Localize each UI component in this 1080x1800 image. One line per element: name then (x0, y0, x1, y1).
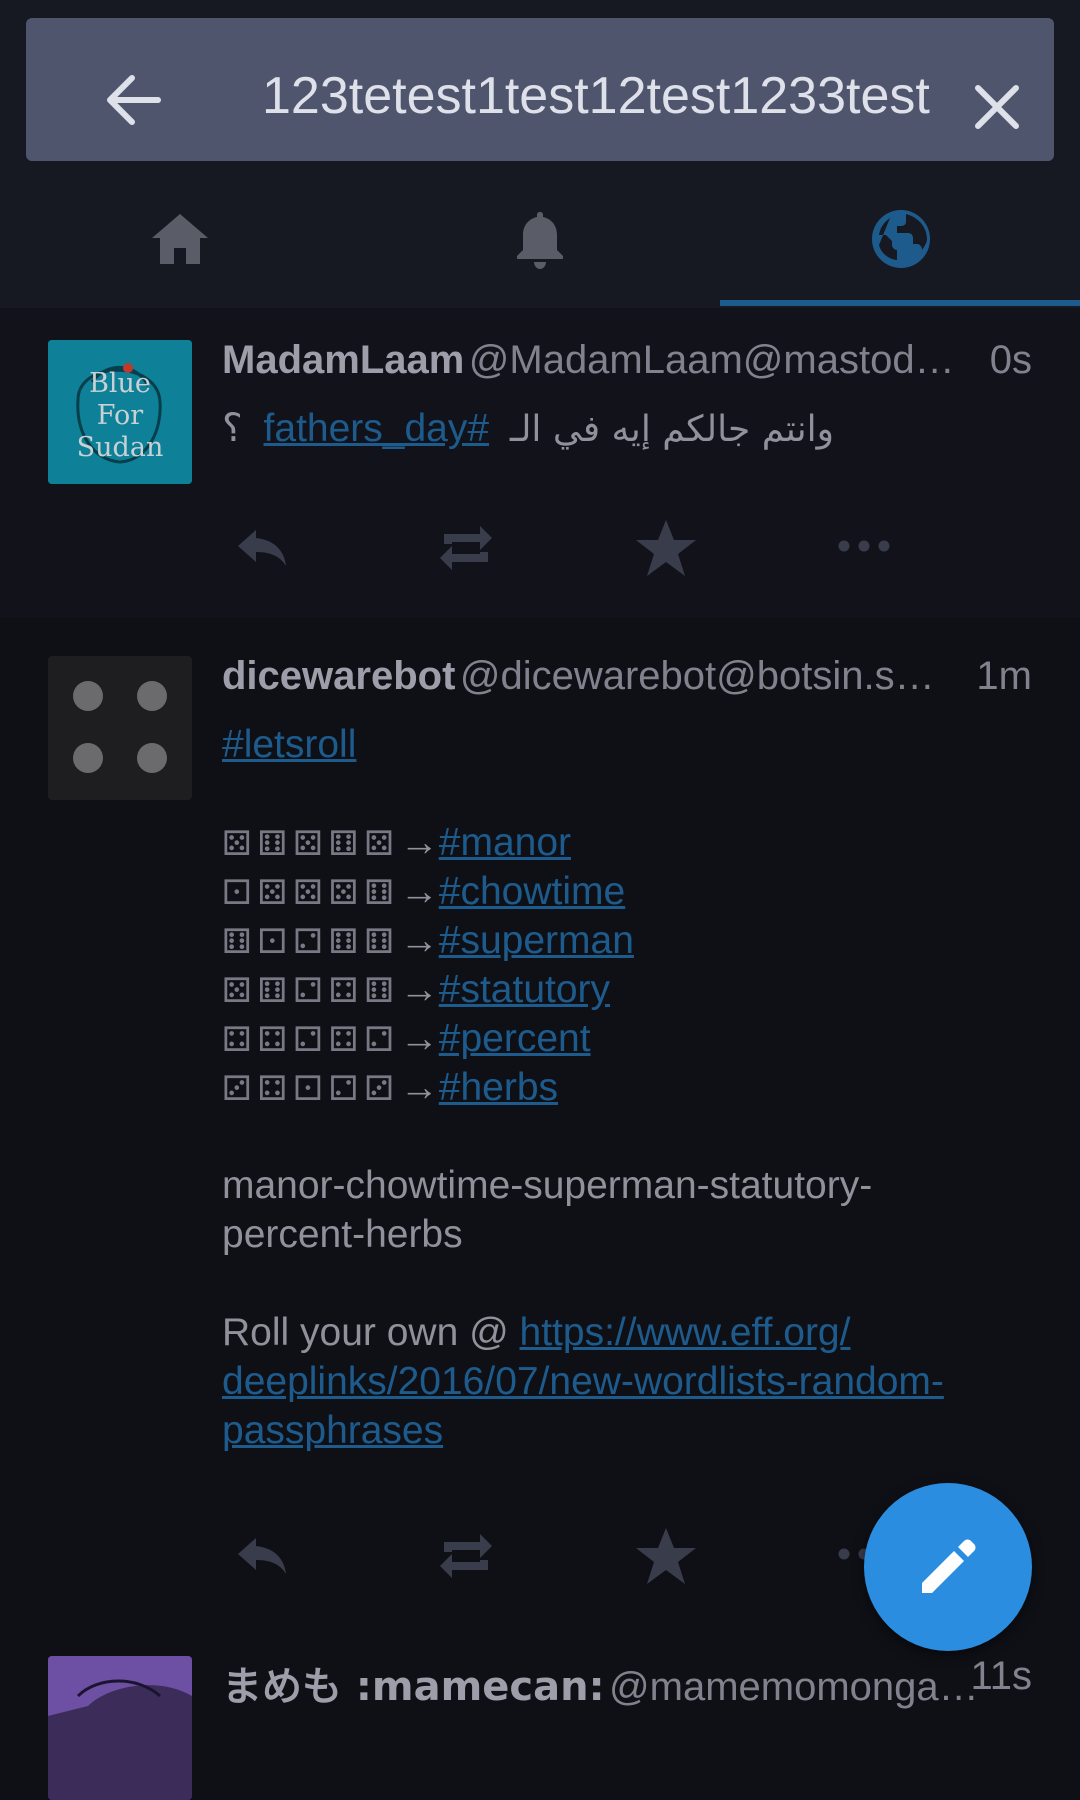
display-name[interactable]: dicewarebot (222, 654, 455, 698)
hashtag-link[interactable]: #statutory (439, 968, 610, 1011)
arrow-glyph: → (399, 870, 439, 913)
status-header: dicewarebot @dicewarebot@botsin.s… 1m (222, 654, 1032, 710)
timestamp: 1m (976, 654, 1032, 698)
passphrase-text: percent-herbs (222, 1213, 463, 1256)
reply-icon (238, 530, 286, 566)
arrow-glyph: → (399, 821, 439, 864)
dice-roll-line: ⚂⚃⚀⚁⚂→#herbs (222, 1063, 1032, 1112)
reply-button[interactable] (222, 1512, 302, 1592)
status-actions (222, 504, 942, 584)
back-arrow-icon[interactable] (104, 74, 162, 126)
app-bar (0, 0, 1080, 308)
avatar-text: For (97, 400, 144, 431)
hashtag-link[interactable]: #letsroll (222, 723, 356, 766)
avatar[interactable]: Blue For Sudan (48, 340, 192, 484)
avatar-text: Sudan (77, 432, 164, 463)
hashtag-link[interactable]: #superman (439, 919, 634, 962)
dice-glyphs: ⚄⚅⚁⚃⚅ (222, 971, 400, 1011)
reply-button[interactable] (222, 504, 302, 584)
eff-link[interactable]: passphrases (222, 1409, 443, 1452)
bell-icon (517, 212, 563, 269)
dice-glyphs: ⚅⚀⚁⚅⚅ (222, 922, 400, 962)
dice-roll-line: ⚃⚃⚁⚃⚁→#percent (222, 1014, 1032, 1063)
dice-glyphs: ⚃⚃⚁⚃⚁ (222, 1020, 400, 1060)
dice-roll-line: ⚄⚅⚁⚃⚅→#statutory (222, 965, 1032, 1014)
tab-home[interactable] (0, 178, 360, 306)
arrow-glyph: → (399, 1017, 439, 1060)
dice-roll-line: ⚄⚅⚄⚅⚄→#manor (222, 818, 1032, 867)
status-card[interactable]: Blue For Sudan MadamLaam @MadamLaam@mast… (0, 308, 1080, 618)
dice-roll-line: ⚀⚄⚄⚄⚅→#chowtime (222, 867, 1032, 916)
search-bar (26, 18, 1054, 161)
active-tab-indicator (720, 300, 1080, 306)
more-button[interactable] (822, 504, 902, 584)
timestamp: 0s (989, 338, 1032, 382)
content-punctuation: ؟ (222, 407, 243, 450)
account-handle: @mamemomonga… (609, 1665, 979, 1709)
status-header: MadamLaam @MadamLaam@mastod… 0s (222, 338, 1032, 394)
pencil-icon (922, 1539, 976, 1593)
globe-icon (872, 210, 930, 268)
tab-notifications[interactable] (360, 178, 720, 306)
star-icon (636, 1528, 696, 1584)
content-text: وانتم جالكم إيه في الـ (509, 409, 834, 450)
avatar[interactable] (48, 656, 192, 800)
compose-button[interactable] (864, 1483, 1032, 1651)
timeline-tabs (0, 178, 1080, 306)
favourite-button[interactable] (622, 504, 702, 584)
avatar-text: Blue (89, 368, 151, 399)
tab-federated[interactable] (720, 178, 1080, 306)
dice-glyphs: ⚂⚃⚀⚁⚂ (222, 1069, 400, 1109)
dice-glyphs: ⚄⚅⚄⚅⚄ (222, 824, 400, 864)
avatar[interactable] (48, 1656, 192, 1800)
hashtag-link[interactable]: #chowtime (439, 870, 625, 913)
more-icon (838, 540, 890, 552)
hashtag-link[interactable]: #percent (439, 1017, 591, 1060)
home-icon (152, 214, 208, 264)
display-name[interactable]: まめも :mamecan: (222, 1664, 605, 1710)
status-card[interactable]: dicewarebot @dicewarebot@botsin.s… 1m #l… (0, 618, 1080, 1618)
status-actions (222, 1512, 942, 1592)
account-handle: @dicewarebot@botsin.s… (459, 654, 935, 698)
boost-button[interactable] (422, 1512, 502, 1592)
eff-link[interactable]: deeplinks/2016/07/new-wordlists-random- (222, 1360, 944, 1403)
boost-icon (440, 1534, 492, 1578)
status-content: #letsroll ⚄⚅⚄⚅⚄→#manor ⚀⚄⚄⚄⚅→#chowtime ⚅… (222, 720, 1032, 1455)
status-header: まめも :mamecan: @mamemomonga… 11s (222, 1654, 1032, 1710)
passphrase-text: manor-chowtime-superman-statutory- (222, 1164, 873, 1207)
arrow-glyph: → (399, 919, 439, 962)
eff-link[interactable]: https://www.eff.org/ (520, 1311, 851, 1354)
dice-glyphs: ⚀⚄⚄⚄⚅ (222, 873, 400, 913)
display-name[interactable]: MadamLaam (222, 338, 464, 382)
boost-icon (440, 526, 492, 570)
favourite-button[interactable] (622, 1512, 702, 1592)
hashtag-link[interactable]: #manor (439, 821, 571, 864)
search-input[interactable] (262, 64, 930, 128)
arrow-glyph: → (399, 1066, 439, 1109)
arrow-glyph: → (399, 968, 439, 1011)
boost-button[interactable] (422, 504, 502, 584)
account-handle: @MadamLaam@mastod… (468, 338, 955, 382)
close-icon[interactable] (972, 82, 1022, 132)
timestamp: 11s (970, 1654, 1032, 1698)
hashtag-link[interactable]: fathers_day# (264, 407, 490, 450)
status-content: ؟ fathers_day# وانتم جالكم إيه في الـ (222, 404, 1032, 460)
star-icon (636, 520, 696, 576)
dice-roll-line: ⚅⚀⚁⚅⚅→#superman (222, 916, 1032, 965)
roll-own-text: Roll your own @ (222, 1311, 520, 1354)
hashtag-link[interactable]: #herbs (439, 1066, 558, 1109)
reply-icon (238, 1538, 286, 1574)
